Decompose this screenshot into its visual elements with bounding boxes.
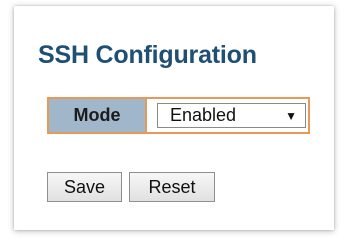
screen: SSH Configuration Mode Enabled ▼ Save Re… [0,0,350,244]
mode-select[interactable]: Enabled ▼ [157,103,306,128]
mode-label: Mode [49,99,147,132]
mode-value-cell: Enabled ▼ [147,99,308,132]
chevron-down-icon: ▼ [285,108,297,123]
save-button[interactable]: Save [47,172,122,202]
mode-selected-value: Enabled [170,105,237,125]
reset-button[interactable]: Reset [129,172,215,202]
page-title: SSH Configuration [38,41,257,69]
mode-setting-row: Mode Enabled ▼ [47,97,310,134]
